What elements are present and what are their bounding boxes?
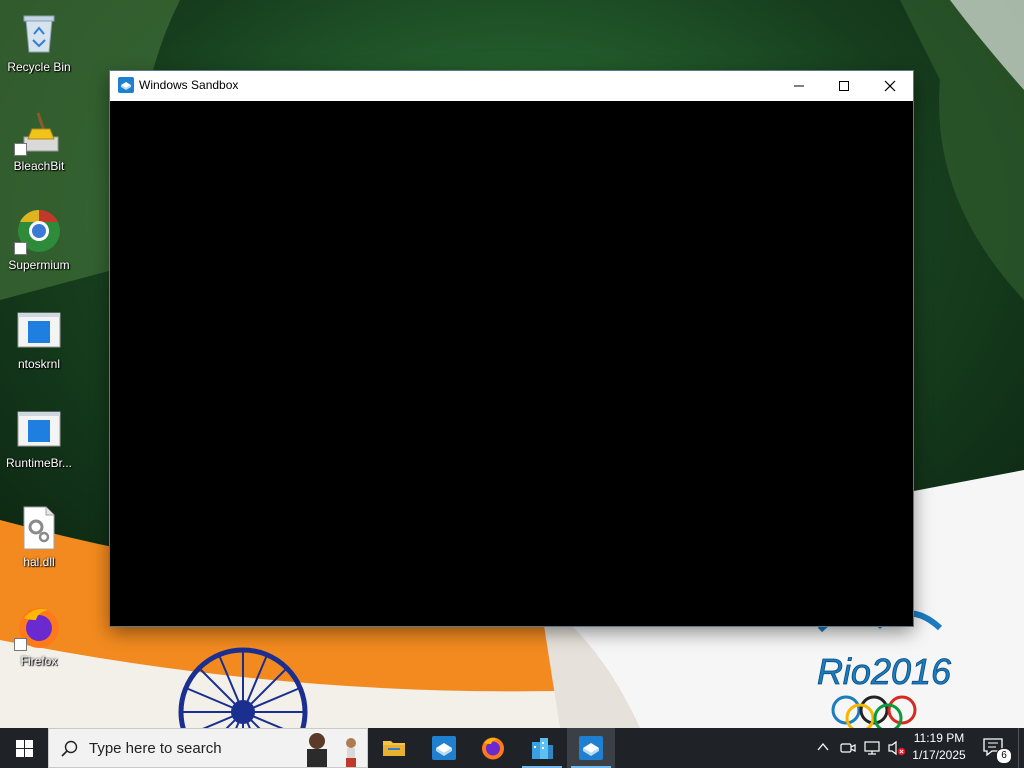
desktop-icon-label: Firefox bbox=[20, 654, 58, 668]
search-highlight-illustration bbox=[307, 733, 356, 767]
desktop-icon-ntoskrnl[interactable]: ntoskrnl bbox=[2, 303, 76, 387]
sandbox-icon bbox=[432, 736, 456, 760]
desktop-icon-bleachbit[interactable]: BleachBit bbox=[2, 105, 76, 189]
show-desktop-button[interactable] bbox=[1018, 728, 1024, 768]
minimize-button[interactable] bbox=[776, 71, 822, 101]
show-hidden-icons-button[interactable] bbox=[812, 728, 834, 768]
search-placeholder: Type here to search bbox=[89, 740, 222, 757]
action-center-button[interactable]: 6 bbox=[978, 728, 1012, 768]
sandbox-window[interactable]: Windows Sandbox bbox=[110, 71, 913, 626]
clock-date: 1/17/2025 bbox=[912, 748, 966, 762]
executable-icon bbox=[17, 312, 61, 348]
sandbox-content-area[interactable] bbox=[110, 101, 913, 626]
desktop-icon-label: Recycle Bin bbox=[7, 60, 71, 74]
taskbar-buildings-app[interactable] bbox=[518, 728, 566, 768]
windows-logo-icon bbox=[16, 740, 33, 757]
close-icon bbox=[884, 80, 896, 92]
desktop-icon-firefox[interactable]: Firefox bbox=[2, 600, 76, 684]
search-box[interactable]: Type here to search bbox=[48, 728, 368, 768]
minimize-icon bbox=[794, 85, 804, 87]
buildings-icon bbox=[532, 738, 553, 759]
meet-now-icon bbox=[840, 743, 856, 753]
desktop-icon-label: hal.dll bbox=[23, 555, 55, 569]
taskbar-windows-sandbox-active[interactable] bbox=[567, 728, 615, 768]
executable-icon bbox=[17, 411, 61, 447]
sandbox-icon bbox=[579, 736, 603, 760]
shortcut-arrow-icon bbox=[14, 143, 27, 156]
taskbar-windows-sandbox[interactable] bbox=[420, 728, 468, 768]
shortcut-arrow-icon bbox=[14, 242, 27, 255]
dll-file-icon bbox=[23, 506, 55, 550]
volume-muted-icon bbox=[888, 740, 906, 756]
taskbar-clock[interactable]: 11:19 PM 1/17/2025 bbox=[906, 728, 972, 768]
meet-now-tray-button[interactable] bbox=[836, 728, 860, 768]
taskbar-firefox[interactable] bbox=[469, 728, 517, 768]
taskbar-file-explorer[interactable] bbox=[370, 728, 418, 768]
desktop-icon-label: RuntimeBr... bbox=[5, 456, 73, 470]
maximize-icon bbox=[839, 81, 849, 91]
maximize-button[interactable] bbox=[821, 71, 867, 101]
desktop-icon-label: Supermium bbox=[8, 258, 70, 272]
clock-time: 11:19 PM bbox=[913, 731, 965, 745]
desktop-icon-hal-dll[interactable]: hal.dll bbox=[2, 501, 76, 585]
firefox-icon bbox=[482, 737, 504, 760]
folder-icon bbox=[383, 741, 405, 756]
chevron-up-icon bbox=[817, 742, 829, 751]
network-icon bbox=[864, 741, 880, 755]
window-title: Windows Sandbox bbox=[139, 78, 239, 92]
desktop-icon-label: BleachBit bbox=[13, 159, 65, 173]
desktop-icon-supermium[interactable]: Supermium bbox=[2, 204, 76, 288]
rio-logo-text: Rio2016 bbox=[817, 651, 952, 692]
network-tray-button[interactable] bbox=[860, 728, 884, 768]
recycle-bin-icon bbox=[23, 15, 55, 53]
desktop-icon-recycle-bin[interactable]: Recycle Bin bbox=[2, 6, 76, 90]
notification-count-badge: 6 bbox=[996, 748, 1012, 764]
start-button[interactable] bbox=[0, 728, 48, 768]
title-bar[interactable]: Windows Sandbox bbox=[110, 71, 913, 101]
close-button[interactable] bbox=[867, 71, 913, 101]
desktop: Rio2016 Recycle Bin BleachBit Supermium … bbox=[0, 0, 1024, 728]
search-icon bbox=[61, 740, 78, 757]
volume-tray-button[interactable] bbox=[884, 728, 908, 768]
desktop-icon-label: ntoskrnl bbox=[17, 357, 61, 371]
desktop-icon-runtimebroker[interactable]: RuntimeBr... bbox=[2, 402, 76, 486]
taskbar: Type here to search 11:19 PM 1/17/2025 6 bbox=[0, 728, 1024, 768]
sandbox-icon bbox=[118, 77, 134, 93]
shortcut-arrow-icon bbox=[14, 638, 27, 651]
